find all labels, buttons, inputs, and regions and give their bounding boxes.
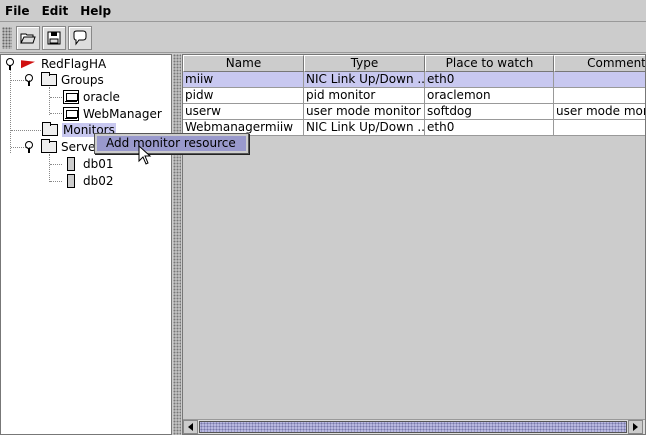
tree-node-group-webmanager[interactable]: WebManager — [63, 106, 162, 122]
cell-name: pidw — [183, 88, 304, 104]
cell-type: NIC Link Up/Down ... — [304, 72, 425, 88]
expand-key-icon[interactable] — [23, 74, 34, 86]
menubar: File Edit Help — [0, 0, 646, 22]
tree-line — [50, 164, 62, 165]
split-pane-divider[interactable] — [173, 54, 181, 435]
horizontal-scrollbar[interactable] — [183, 419, 645, 434]
cell-place: eth0 — [425, 120, 554, 136]
open-folder-icon — [20, 33, 36, 43]
cell-comment: user mode moni — [554, 104, 645, 120]
app-window: File Edit Help RedFlagHA Groups oracle W… — [0, 0, 646, 435]
cell-place: softdog — [425, 104, 554, 120]
menu-file-label: File — [5, 3, 30, 18]
tree-groups-label: Groups — [61, 73, 104, 87]
table-body: miiw NIC Link Up/Down ... eth0 pidw pid … — [183, 72, 645, 136]
open-button[interactable] — [16, 25, 40, 50]
folder-icon — [41, 139, 57, 153]
tree-node-server-db02[interactable]: db02 — [67, 173, 114, 189]
computer-icon — [63, 107, 79, 121]
tree-line — [50, 97, 62, 98]
tree-line — [50, 113, 62, 114]
computer-icon — [63, 90, 79, 104]
add-monitor-resource-item[interactable]: Add monitor resource — [97, 136, 246, 151]
table-row[interactable]: pidw pid monitor oraclemon — [183, 88, 645, 104]
tree-node-root[interactable]: RedFlagHA — [4, 56, 106, 72]
scroll-right-button[interactable] — [628, 420, 643, 434]
menu-help[interactable]: Help — [80, 4, 111, 18]
save-disk-icon — [47, 31, 61, 44]
cell-type: pid monitor — [304, 88, 425, 104]
tree-group-label: oracle — [83, 90, 120, 104]
menu-edit[interactable]: Edit — [42, 4, 69, 18]
cell-comment — [554, 120, 645, 136]
tree-line — [10, 69, 11, 153]
expand-key-icon[interactable] — [23, 141, 34, 153]
tree-root-label: RedFlagHA — [41, 57, 107, 71]
cluster-tree[interactable]: RedFlagHA Groups oracle WebManager Monit… — [0, 54, 172, 435]
table-row[interactable]: Webmanagermiiw NIC Link Up/Down ... eth0 — [183, 120, 645, 136]
arrow-right-icon — [633, 423, 638, 431]
column-header-type[interactable]: Type — [304, 55, 425, 72]
table-row[interactable]: userw user mode monitor softdog user mod… — [183, 104, 645, 120]
table-row[interactable]: miiw NIC Link Up/Down ... eth0 — [183, 72, 645, 88]
server-icon — [67, 157, 75, 171]
save-button[interactable] — [42, 25, 66, 50]
tree-node-groups[interactable]: Groups — [23, 72, 104, 88]
tree-group-label: WebManager — [83, 107, 162, 121]
tree-node-group-oracle[interactable]: oracle — [63, 89, 120, 105]
cell-place: eth0 — [425, 72, 554, 88]
tree-server-label: db02 — [83, 174, 114, 188]
comment-button[interactable] — [68, 25, 92, 50]
cell-type: NIC Link Up/Down ... — [304, 120, 425, 136]
menu-help-label: Help — [80, 3, 112, 18]
speech-bubble-icon — [73, 30, 87, 45]
toolbar — [0, 23, 646, 53]
cell-type: user mode monitor — [304, 104, 425, 120]
tree-line — [49, 154, 50, 182]
cell-comment — [554, 72, 645, 88]
tree-line — [50, 181, 62, 182]
expand-key-icon[interactable] — [4, 58, 15, 70]
mouse-cursor-icon — [138, 145, 152, 165]
menu-file[interactable]: File — [5, 4, 30, 18]
tree-server-label: db01 — [83, 157, 114, 171]
menu-edit-label: Edit — [41, 3, 69, 18]
column-header-name[interactable]: Name — [183, 55, 304, 72]
tree-node-server-db01[interactable]: db01 — [67, 156, 114, 172]
cell-name: miiw — [183, 72, 304, 88]
context-menu: Add monitor resource — [94, 133, 249, 154]
tree-line — [49, 87, 50, 115]
server-icon — [67, 174, 75, 188]
arrow-left-icon — [188, 423, 193, 431]
red-flag-icon — [21, 59, 37, 69]
column-header-comment[interactable]: Comment — [554, 55, 645, 72]
toolbar-grip[interactable] — [2, 26, 12, 49]
folder-icon — [42, 122, 58, 136]
scroll-left-button[interactable] — [183, 420, 198, 434]
cell-name: userw — [183, 104, 304, 120]
cell-place: oraclemon — [425, 88, 554, 104]
folder-icon — [41, 72, 57, 86]
tree-line — [11, 130, 41, 131]
column-header-place[interactable]: Place to watch — [425, 55, 554, 72]
monitor-table-panel: Name Type Place to watch Comment miiw NI… — [182, 54, 646, 435]
table-header: Name Type Place to watch Comment — [183, 55, 645, 72]
scroll-thumb[interactable] — [199, 421, 627, 433]
cell-comment — [554, 88, 645, 104]
